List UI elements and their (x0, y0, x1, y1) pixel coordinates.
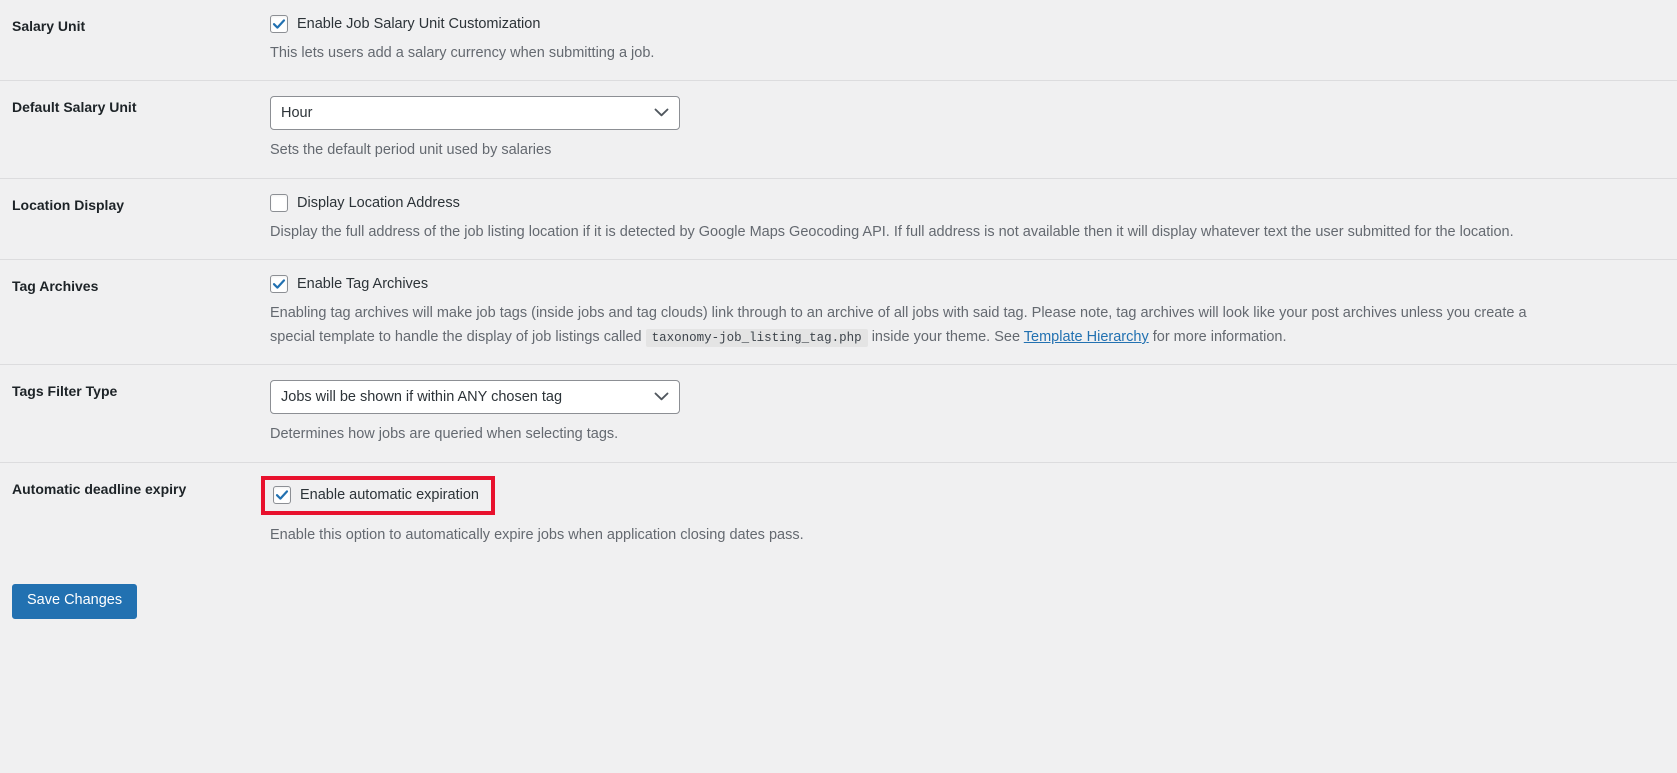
checkmark-icon (275, 490, 289, 500)
description-default-salary-unit: Sets the default period unit used by sal… (270, 142, 552, 159)
checkbox-label-text: Enable Tag Archives (297, 276, 429, 293)
select-tags-filter-type[interactable]: Jobs will be shown if within ANY chosen … (270, 380, 680, 415)
checkbox-box-icon[interactable] (270, 193, 288, 212)
select-default-salary-unit[interactable]: Hour (270, 96, 680, 131)
save-area: Save Changes (0, 562, 1677, 620)
checkbox-box-icon[interactable] (270, 275, 288, 294)
template-hierarchy-link[interactable]: Template Hierarchy (1024, 329, 1149, 345)
setting-row-default-salary-unit: Default Salary Unit Hour Sets the defaul… (0, 81, 1677, 179)
description-salary-unit: This lets users add a salary currency wh… (270, 45, 655, 61)
setting-row-automatic-deadline-expiry: Automatic deadline expiry Enable automat… (0, 463, 1677, 562)
checkbox-enable-automatic-expiration[interactable]: Enable automatic expiration (273, 485, 479, 504)
checkmark-icon (272, 279, 286, 290)
setting-row-tags-filter-type: Tags Filter Type Jobs will be shown if w… (0, 365, 1677, 463)
checkbox-label-text: Enable automatic expiration (300, 486, 479, 503)
checkbox-display-location-address[interactable]: Display Location Address (270, 193, 1657, 212)
checkbox-box-icon[interactable] (273, 485, 291, 504)
description-tag-archives: Enabling tag archives will make job tags… (270, 302, 1570, 349)
row-field-default-salary-unit: Hour Sets the default period unit used b… (270, 96, 1677, 162)
row-field-location-display: Display Location Address Display the ful… (270, 193, 1677, 244)
setting-row-salary-unit: Salary Unit Enable Job Salary Unit Custo… (0, 0, 1677, 82)
checkbox-enable-salary-unit-customization[interactable]: Enable Job Salary Unit Customization (270, 15, 1657, 33)
checkbox-label-text: Display Location Address (297, 194, 460, 211)
row-label-tags-filter-type: Tags Filter Type (12, 383, 118, 400)
settings-form: Salary Unit Enable Job Salary Unit Custo… (0, 0, 1677, 620)
row-label-tag-archives: Tag Archives (12, 278, 99, 295)
row-label-salary-unit: Salary Unit (12, 18, 86, 34)
row-field-tag-archives: Enable Tag Archives Enabling tag archive… (270, 275, 1677, 349)
description-text-part3: for more information. (1148, 328, 1287, 345)
description-location-display: Display the full address of the job list… (270, 223, 1514, 240)
setting-row-location-display: Location Display Display Location Addres… (0, 179, 1677, 261)
highlight-annotation-box: Enable automatic expiration (261, 475, 495, 515)
checkbox-label-text: Enable Job Salary Unit Customization (297, 15, 541, 32)
checkmark-icon (272, 19, 286, 29)
description-text-part2: inside your theme. See (867, 328, 1024, 345)
row-field-salary-unit: Enable Job Salary Unit Customization Thi… (270, 15, 1677, 65)
select-wrapper-tags-filter-type: Jobs will be shown if within ANY chosen … (270, 380, 680, 415)
row-label-default-salary-unit: Default Salary Unit (12, 99, 137, 116)
row-field-tags-filter-type: Jobs will be shown if within ANY chosen … (270, 380, 1677, 446)
row-field-automatic-deadline-expiry: Enable automatic expiration Enable this … (261, 475, 1677, 547)
description-automatic-deadline-expiry: Enable this option to automatically expi… (270, 526, 804, 543)
setting-row-tag-archives: Tag Archives Enable Tag Archives Enablin… (0, 260, 1677, 366)
template-filename-code: taxonomy-job_listing_tag.php (645, 328, 868, 347)
select-wrapper-default-salary-unit: Hour (270, 96, 680, 131)
row-label-location-display: Location Display (12, 196, 125, 213)
description-tags-filter-type: Determines how jobs are queried when sel… (270, 426, 619, 443)
row-label-automatic-deadline-expiry: Automatic deadline expiry (12, 480, 187, 497)
checkbox-enable-tag-archives[interactable]: Enable Tag Archives (270, 275, 1657, 294)
save-changes-button[interactable]: Save Changes (12, 584, 138, 620)
checkbox-box-icon[interactable] (270, 15, 288, 33)
